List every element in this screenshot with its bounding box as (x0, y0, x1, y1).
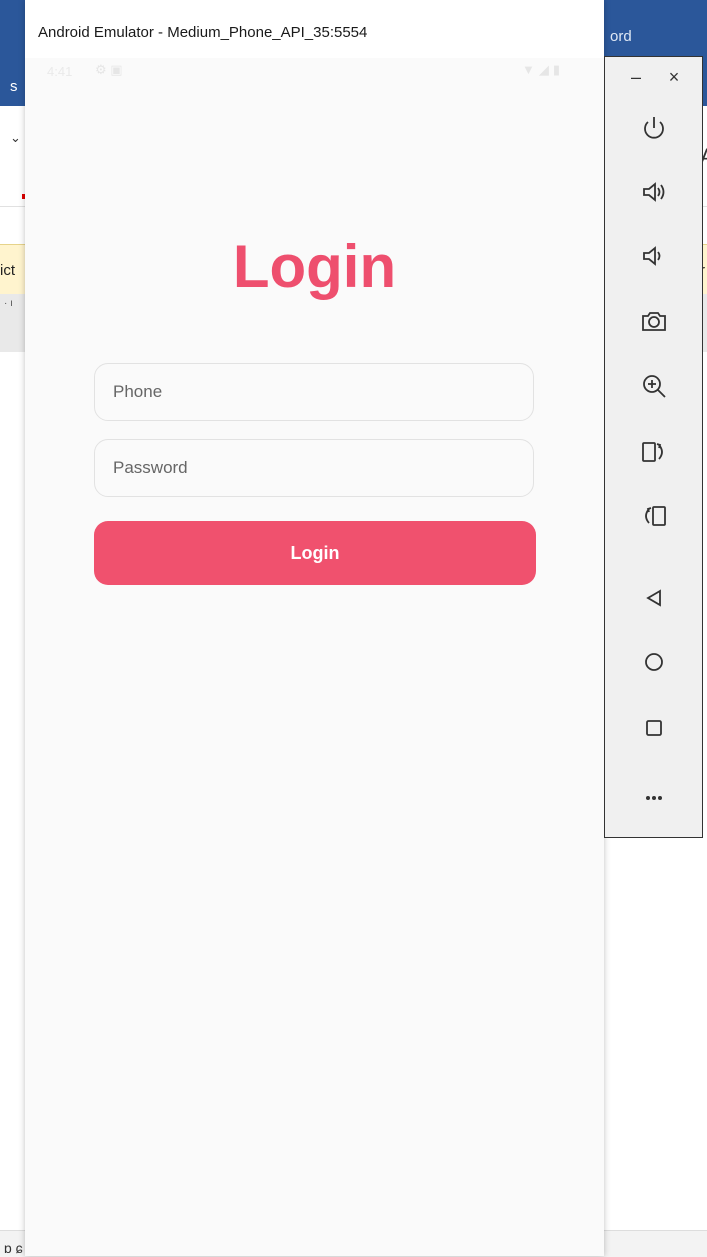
home-icon[interactable] (631, 639, 677, 685)
rotate-left-icon[interactable] (631, 493, 677, 539)
emulator-titlebar[interactable]: Android Emulator - Medium_Phone_API_35:5… (25, 0, 604, 58)
background-tab-fragment: s (10, 78, 18, 95)
ruler-marks: · ı (4, 298, 13, 309)
emulator-window: Android Emulator - Medium_Phone_API_35:5… (25, 0, 604, 1256)
phone-field[interactable] (94, 363, 534, 421)
power-icon[interactable] (631, 105, 677, 151)
minimize-button[interactable]: – (623, 67, 649, 88)
camera-icon[interactable] (631, 298, 677, 344)
password-input[interactable] (95, 440, 533, 496)
status-signal-battery-icons: ▼◢▮ (521, 62, 564, 77)
chevron-down-icon[interactable]: ⌄ (10, 130, 21, 146)
android-status-bar: 4:41 ⚙ ▣ ▼◢▮ (25, 58, 604, 88)
close-button[interactable]: × (661, 67, 687, 88)
banner-text-left: ict (0, 262, 15, 279)
zoom-icon[interactable] (631, 363, 677, 409)
more-icon[interactable] (631, 775, 677, 821)
volume-up-icon[interactable] (631, 169, 677, 215)
status-time: 4:41 (47, 64, 73, 79)
background-title-fragment: ord (610, 28, 632, 45)
rotate-right-icon[interactable] (631, 429, 677, 475)
overview-icon[interactable] (631, 705, 677, 751)
volume-down-icon[interactable] (631, 233, 677, 279)
login-heading: Login (232, 233, 397, 300)
background-status-text: ɒ ɕ (4, 1240, 23, 1256)
back-icon[interactable] (631, 575, 677, 621)
emulator-title: Android Emulator - Medium_Phone_API_35:5… (38, 24, 368, 41)
password-field[interactable] (94, 439, 534, 497)
login-button[interactable]: Login (94, 521, 536, 585)
phone-input[interactable] (95, 364, 533, 420)
status-notification-icons: ⚙ ▣ (95, 62, 123, 77)
emulator-side-toolbar: – × (604, 56, 703, 838)
